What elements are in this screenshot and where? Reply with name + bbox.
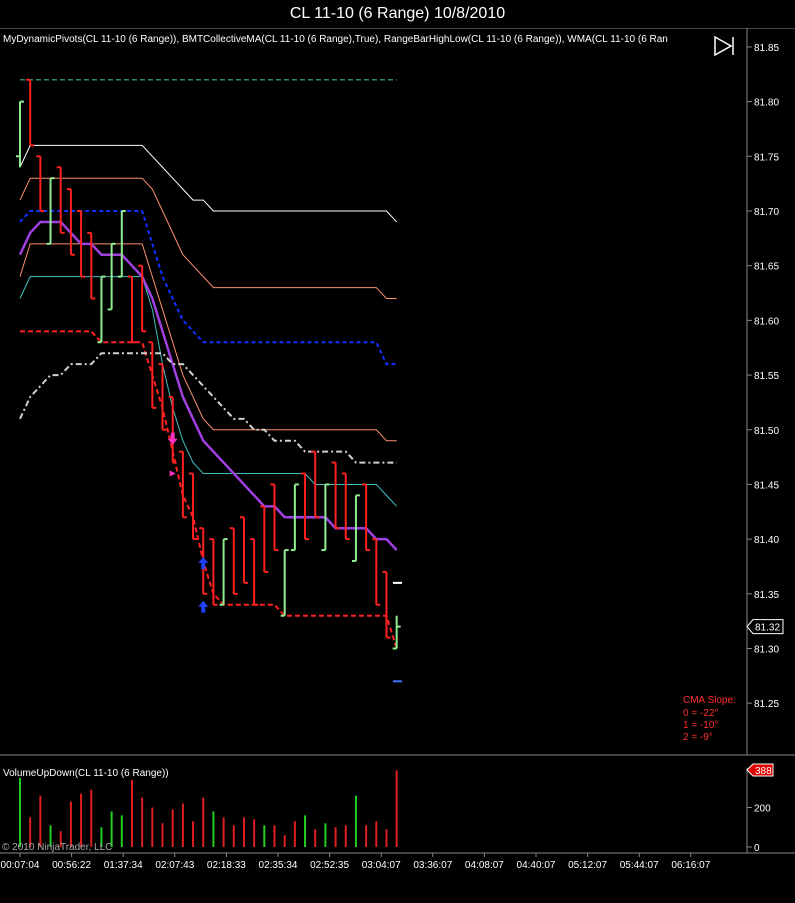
range-bar — [16, 100, 24, 168]
time-tick-label-12: 05:44:07 — [620, 860, 659, 871]
volume-legend: VolumeUpDown(CL 11-10 (6 Range)) — [3, 768, 169, 779]
range-bar — [229, 527, 238, 595]
chart-canvas[interactable]: MyDynamicPivots(CL 11-10 (6 Range)), BMT… — [0, 27, 795, 898]
play-to-end-icon[interactable] — [713, 34, 737, 58]
time-tick-label-7: 03:04:07 — [362, 860, 401, 871]
price-tick-label-12: 81.25 — [754, 699, 779, 710]
price-tick-label-9: 81.40 — [754, 535, 779, 546]
time-tick-label-10: 04:40:07 — [517, 860, 556, 871]
cma-slope-title: CMA Slope: — [683, 695, 736, 706]
price-tick-label-4: 81.65 — [754, 262, 779, 273]
down-arrow-marker — [167, 432, 178, 445]
range-bar — [138, 264, 147, 333]
range-bar — [301, 472, 310, 541]
range-bar — [392, 615, 401, 650]
range-bar — [270, 483, 279, 552]
volume-tick-label-1: 200 — [754, 804, 771, 815]
price-tick-label-11: 81.30 — [754, 645, 779, 656]
last-price-label: 81.32 — [755, 623, 780, 634]
cma-slope-line-1: 1 = -10° — [683, 720, 718, 731]
indicator-legend: MyDynamicPivots(CL 11-10 (6 Range)), BMT… — [3, 34, 668, 45]
price-axis: 81.85 81.80 81.75 81.70 81.65 81.60 81.55 81.50… — [747, 43, 779, 710]
copyright-text: © 2010 NinjaTrader, LLC — [2, 842, 112, 853]
pivot-s2-line — [19, 276, 398, 507]
volume-tick-label-0: 0 — [754, 843, 760, 854]
range-bar — [66, 188, 75, 256]
cma-slope-line-2: 2 = -9° — [683, 732, 713, 743]
time-tick-label-1: 00:56:22 — [52, 860, 91, 871]
volume-panel[interactable]: VolumeUpDown(CL 11-10 (6 Range)) 0 200 38… — [2, 763, 774, 854]
time-tick-label-2: 01:37:34 — [104, 860, 143, 871]
chart-frame: MyDynamicPivots(CL 11-10 (6 Range)), BMT… — [0, 27, 795, 898]
price-tick-label-3: 81.70 — [754, 207, 779, 218]
range-bar — [219, 538, 228, 606]
price-tick-label-0: 81.85 — [754, 43, 779, 54]
price-tick-label-2: 81.75 — [754, 152, 779, 163]
range-bars — [16, 78, 401, 650]
time-tick-label-5: 02:35:34 — [259, 860, 298, 871]
volume-bars — [19, 770, 398, 847]
range-bar — [331, 461, 340, 530]
volume-axis: 0 200 — [747, 804, 771, 854]
last-volume-label: 388 — [755, 766, 772, 777]
range-bar — [372, 538, 381, 606]
time-tick-label-3: 02:07:43 — [155, 860, 194, 871]
time-tick-label-11: 05:12:07 — [568, 860, 607, 871]
range-bar — [36, 155, 45, 212]
cma-slope-line-0: 0 = -22° — [683, 708, 718, 719]
range-bar — [97, 275, 106, 344]
price-tick-label-1: 81.80 — [754, 98, 779, 109]
range-bar — [362, 483, 371, 552]
cma-slope-box: CMA Slope: 0 = -22° 1 = -10° 2 = -9° — [683, 695, 736, 743]
range-bar — [148, 341, 157, 409]
wma-line — [18, 220, 398, 551]
range-bar — [239, 516, 248, 584]
indicator-lines — [18, 79, 398, 649]
price-tick-label-7: 81.50 — [754, 426, 779, 437]
time-tick-label-13: 06:16:07 — [671, 860, 710, 871]
pivot-s1-line — [19, 243, 397, 442]
time-tick-label-6: 02:52:35 — [310, 860, 349, 871]
range-bar — [260, 505, 269, 573]
pivot-r2-line — [19, 144, 398, 223]
price-panel[interactable]: MyDynamicPivots(CL 11-10 (6 Range)), BMT… — [0, 27, 795, 854]
time-tick-label-4: 02:18:33 — [207, 860, 246, 871]
support-line — [20, 330, 398, 649]
range-bar — [26, 78, 35, 147]
time-tick-label-8: 03:36:07 — [413, 860, 452, 871]
range-bar — [209, 538, 218, 606]
price-tick-label-6: 81.55 — [754, 371, 779, 382]
range-bar — [382, 570, 391, 639]
time-axis: 00:07:04 00:56:22 01:37:34 02:07:43 02:18:33… — [1, 853, 711, 871]
range-bar — [168, 395, 177, 464]
window-title: CL 11-10 (6 Range) 10/8/2010 — [289, 5, 506, 22]
triangle-marker — [169, 470, 176, 477]
price-tick-label-10: 81.35 — [754, 590, 779, 601]
range-bar — [127, 275, 136, 344]
up-arrow-marker — [198, 557, 209, 569]
up-arrow-marker — [198, 600, 209, 613]
last-volume-flag: 388 — [746, 763, 774, 777]
time-tick-label-9: 04:08:07 — [465, 860, 504, 871]
range-bar — [280, 549, 289, 617]
price-tick-label-5: 81.60 — [754, 316, 779, 327]
price-tick-label-8: 81.45 — [754, 480, 779, 491]
range-bar — [250, 538, 259, 606]
time-tick-label-0: 00:07:04 — [1, 860, 40, 871]
last-price-flag: 81.32 — [746, 619, 784, 635]
